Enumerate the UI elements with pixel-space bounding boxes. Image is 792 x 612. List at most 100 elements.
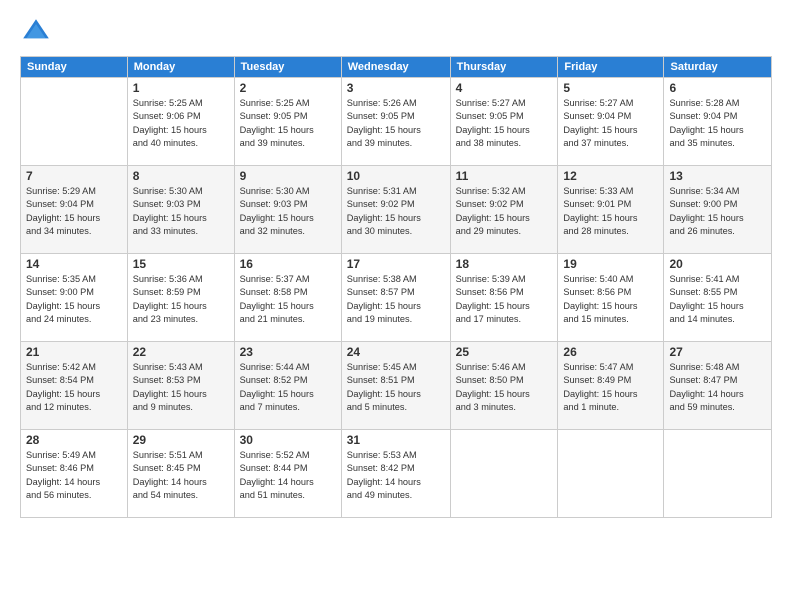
day-info-line: Daylight: 14 hours [669,388,766,401]
day-info-line: and 23 minutes. [133,313,229,326]
day-info-line: Sunset: 9:04 PM [26,198,122,211]
day-info-line: Sunrise: 5:53 AM [347,449,445,462]
day-info-line: and 51 minutes. [240,489,336,502]
day-info-line: Sunrise: 5:34 AM [669,185,766,198]
calendar-cell: 11Sunrise: 5:32 AMSunset: 9:02 PMDayligh… [450,166,558,254]
day-number: 9 [240,169,336,183]
day-info-line: and 49 minutes. [347,489,445,502]
day-info-line: Daylight: 15 hours [563,388,658,401]
day-info-line: Sunset: 9:02 PM [456,198,553,211]
day-number: 17 [347,257,445,271]
day-info-line: and 28 minutes. [563,225,658,238]
calendar-week-row: 14Sunrise: 5:35 AMSunset: 9:00 PMDayligh… [21,254,772,342]
day-number: 22 [133,345,229,359]
day-info-line: Daylight: 15 hours [456,124,553,137]
header [20,16,772,48]
calendar-header-saturday: Saturday [664,57,772,78]
day-info-line: Daylight: 14 hours [347,476,445,489]
day-info-line: and 24 minutes. [26,313,122,326]
day-info-line: Daylight: 15 hours [240,388,336,401]
day-number: 1 [133,81,229,95]
day-number: 27 [669,345,766,359]
day-info-line: Daylight: 14 hours [133,476,229,489]
calendar-cell [664,430,772,518]
day-number: 21 [26,345,122,359]
day-info-line: Sunrise: 5:32 AM [456,185,553,198]
day-info-line: Sunset: 9:00 PM [26,286,122,299]
day-info-line: Sunset: 8:51 PM [347,374,445,387]
day-number: 31 [347,433,445,447]
day-info-line: Sunrise: 5:39 AM [456,273,553,286]
day-info-line: Sunset: 9:04 PM [669,110,766,123]
day-info-line: Sunset: 8:42 PM [347,462,445,475]
day-number: 4 [456,81,553,95]
day-number: 18 [456,257,553,271]
day-info-line: Daylight: 15 hours [26,388,122,401]
day-number: 19 [563,257,658,271]
calendar-header-sunday: Sunday [21,57,128,78]
day-info-line: Daylight: 15 hours [456,388,553,401]
calendar-cell: 30Sunrise: 5:52 AMSunset: 8:44 PMDayligh… [234,430,341,518]
day-info-line: Sunrise: 5:40 AM [563,273,658,286]
day-info-line: and 34 minutes. [26,225,122,238]
day-info-line: Sunset: 9:04 PM [563,110,658,123]
calendar-cell: 29Sunrise: 5:51 AMSunset: 8:45 PMDayligh… [127,430,234,518]
day-info-line: and 9 minutes. [133,401,229,414]
calendar-cell: 6Sunrise: 5:28 AMSunset: 9:04 PMDaylight… [664,78,772,166]
day-info-line: and 17 minutes. [456,313,553,326]
calendar-cell: 19Sunrise: 5:40 AMSunset: 8:56 PMDayligh… [558,254,664,342]
day-info-line: Daylight: 15 hours [347,300,445,313]
day-info-line: and 14 minutes. [669,313,766,326]
day-number: 3 [347,81,445,95]
calendar-cell [21,78,128,166]
day-info-line: and 29 minutes. [456,225,553,238]
day-info-line: Sunrise: 5:28 AM [669,97,766,110]
day-info-line: and 37 minutes. [563,137,658,150]
day-number: 25 [456,345,553,359]
day-info-line: Sunrise: 5:41 AM [669,273,766,286]
day-info-line: Daylight: 15 hours [669,212,766,225]
calendar-header-tuesday: Tuesday [234,57,341,78]
logo-icon [20,16,52,48]
day-info-line: Sunset: 9:05 PM [456,110,553,123]
day-number: 28 [26,433,122,447]
day-info-line: Sunset: 9:03 PM [133,198,229,211]
day-info-line: Daylight: 15 hours [347,124,445,137]
day-info-line: Daylight: 15 hours [563,212,658,225]
calendar-week-row: 28Sunrise: 5:49 AMSunset: 8:46 PMDayligh… [21,430,772,518]
day-info-line: Sunset: 8:56 PM [456,286,553,299]
day-info-line: Sunset: 8:57 PM [347,286,445,299]
day-info-line: Daylight: 15 hours [26,300,122,313]
day-info-line: Sunset: 8:49 PM [563,374,658,387]
day-info-line: Sunrise: 5:25 AM [240,97,336,110]
day-info-line: Sunrise: 5:46 AM [456,361,553,374]
logo [20,16,56,48]
day-number: 7 [26,169,122,183]
day-info-line: Sunrise: 5:36 AM [133,273,229,286]
calendar-cell: 18Sunrise: 5:39 AMSunset: 8:56 PMDayligh… [450,254,558,342]
calendar-cell: 16Sunrise: 5:37 AMSunset: 8:58 PMDayligh… [234,254,341,342]
calendar-cell: 14Sunrise: 5:35 AMSunset: 9:00 PMDayligh… [21,254,128,342]
day-info-line: Daylight: 15 hours [563,124,658,137]
day-info-line: Sunrise: 5:30 AM [240,185,336,198]
day-info-line: Sunset: 9:00 PM [669,198,766,211]
calendar-header-monday: Monday [127,57,234,78]
day-info-line: Sunset: 8:46 PM [26,462,122,475]
calendar-cell: 31 Sunrise: 5:53 AMSunset: 8:42 PMDayligh… [341,430,450,518]
day-number: 5 [563,81,658,95]
day-info-line: Sunrise: 5:42 AM [26,361,122,374]
calendar-header-thursday: Thursday [450,57,558,78]
day-info-line: Daylight: 15 hours [347,388,445,401]
day-info-line: Sunset: 8:47 PM [669,374,766,387]
day-number: 6 [669,81,766,95]
calendar-cell: 24Sunrise: 5:45 AMSunset: 8:51 PMDayligh… [341,342,450,430]
calendar-header-friday: Friday [558,57,664,78]
day-number: 15 [133,257,229,271]
day-number: 12 [563,169,658,183]
day-number: 23 [240,345,336,359]
day-info-line: Daylight: 15 hours [240,124,336,137]
day-info-line: Sunset: 8:56 PM [563,286,658,299]
day-info-line: Sunrise: 5:29 AM [26,185,122,198]
day-info-line: Sunrise: 5:27 AM [563,97,658,110]
calendar-cell: 12Sunrise: 5:33 AMSunset: 9:01 PMDayligh… [558,166,664,254]
